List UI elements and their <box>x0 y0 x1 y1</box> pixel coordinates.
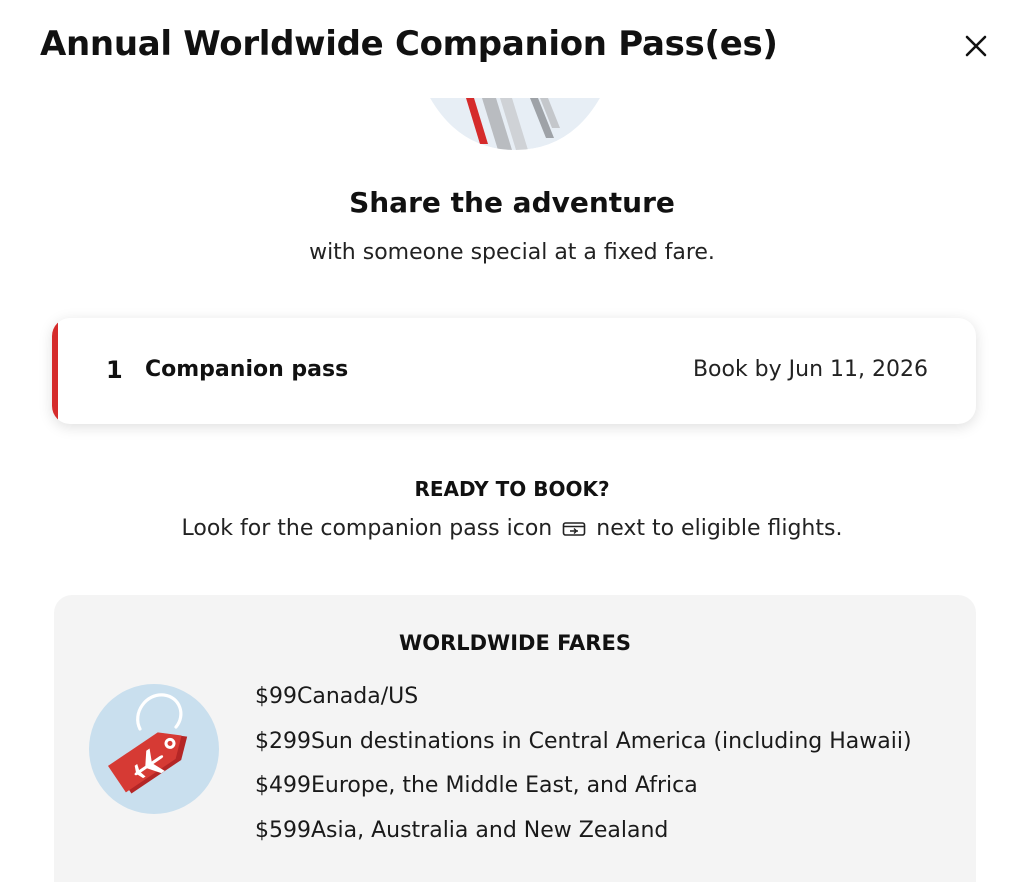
fare-price: $299 <box>255 728 311 754</box>
fare-item: $599Asia, Australia and New Zealand <box>255 817 912 862</box>
pass-label: Companion pass <box>145 357 349 382</box>
fare-destination: Asia, Australia and New Zealand <box>311 817 669 843</box>
fare-item: $299Sun destinations in Central America … <box>255 728 912 773</box>
fare-destination: Sun destinations in Central America (inc… <box>311 728 912 754</box>
close-button[interactable] <box>958 28 994 64</box>
fare-destination: Europe, the Middle East, and Africa <box>311 773 698 798</box>
worldwide-fares-panel: WORLDWIDE FARES $99Canada/US $299Sun des… <box>54 595 976 882</box>
ready-text-before: Look for the companion pass icon <box>181 516 553 541</box>
fare-price: $99 <box>255 684 297 709</box>
ready-text-after: next to eligible flights. <box>596 516 843 541</box>
ready-to-book-text: Look for the companion pass icon next to… <box>0 516 1024 541</box>
pass-count: 1 <box>106 356 123 384</box>
pass-card-accent <box>52 318 58 424</box>
fare-price: $499 <box>255 773 311 798</box>
fare-item: $99Canada/US <box>255 683 912 728</box>
companion-pass-icon <box>562 522 586 536</box>
fares-heading: WORLDWIDE FARES <box>399 631 631 655</box>
hero-title: Share the adventure <box>349 186 675 219</box>
fare-destination: Canada/US <box>297 684 419 709</box>
pass-book-by-date: Book by Jun 11, 2026 <box>692 357 928 382</box>
ready-to-book-heading: READY TO BOOK? <box>414 477 610 501</box>
fare-item: $499Europe, the Middle East, and Africa <box>255 772 912 817</box>
hero-subtitle: with someone special at a fixed fare. <box>309 240 715 265</box>
price-tag-icon <box>89 684 219 814</box>
modal-title: Annual Worldwide Companion Pass(es) <box>40 24 778 64</box>
fare-list: $99Canada/US $299Sun destinations in Cen… <box>255 683 912 861</box>
hero-illustration <box>430 98 600 150</box>
companion-pass-modal: Annual Worldwide Companion Pass(es) Shar… <box>0 0 1024 882</box>
modal-header: Annual Worldwide Companion Pass(es) <box>0 0 1024 96</box>
companion-pass-card[interactable]: 1 Companion pass Book by Jun 11, 2026 <box>52 318 976 424</box>
fare-price: $599 <box>255 817 311 843</box>
close-icon <box>965 35 987 57</box>
